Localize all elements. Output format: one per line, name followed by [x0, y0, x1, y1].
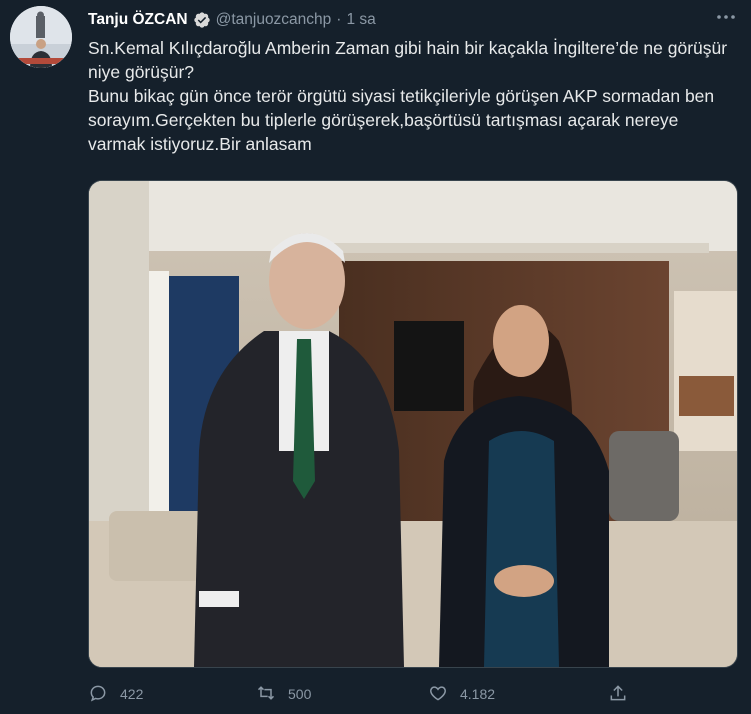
- separator-dot: ·: [336, 11, 342, 28]
- like-button[interactable]: 4.182: [428, 683, 495, 706]
- tweet-header: Tanju ÖZCAN @tanjuozcanchp · 1 sa: [88, 9, 376, 31]
- reply-icon: [88, 683, 108, 706]
- tweet-actions: 422 500 4.182: [88, 682, 648, 706]
- like-count: 4.182: [460, 686, 496, 702]
- share-icon: [608, 683, 628, 706]
- tweet-photo[interactable]: [88, 180, 738, 668]
- reply-button[interactable]: 422: [88, 683, 143, 706]
- avatar[interactable]: [10, 6, 72, 68]
- verified-badge-icon: [193, 11, 211, 29]
- tweet-timestamp[interactable]: 1 sa: [346, 11, 375, 29]
- more-options-icon[interactable]: [715, 6, 737, 32]
- tweet-line-2: Bunu bikaç gün önce terör örgütü siyasi …: [88, 86, 715, 154]
- tweet-line-1: Sn.Kemal Kılıçdaroğlu Amberin Zaman gibi…: [88, 38, 728, 82]
- heart-icon: [428, 683, 448, 706]
- author-name[interactable]: Tanju ÖZCAN: [88, 11, 188, 29]
- retweet-button[interactable]: 500: [256, 683, 311, 706]
- tweet-text: Sn.Kemal Kılıçdaroğlu Amberin Zaman gibi…: [88, 36, 728, 156]
- reply-count: 422: [120, 686, 144, 702]
- retweet-icon: [256, 683, 276, 706]
- author-handle[interactable]: @tanjuozcanchp: [216, 11, 332, 29]
- share-button[interactable]: [608, 683, 628, 706]
- retweet-count: 500: [288, 686, 312, 702]
